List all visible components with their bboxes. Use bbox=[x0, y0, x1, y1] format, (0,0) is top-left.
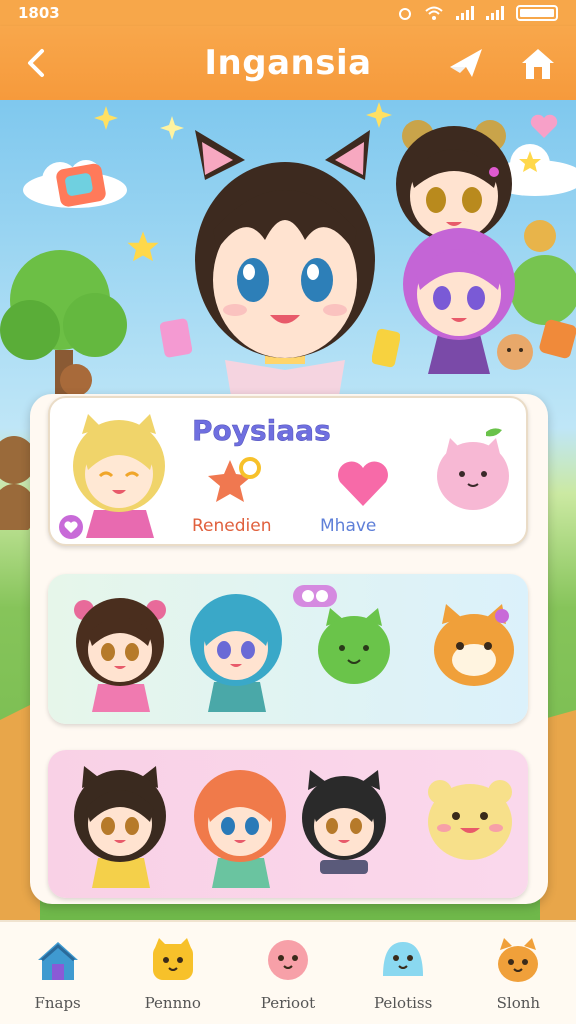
yellow-pet-icon bbox=[152, 938, 193, 980]
bear-decoration bbox=[0, 436, 34, 530]
house-icon bbox=[37, 942, 78, 980]
dark-hair-character bbox=[302, 770, 386, 874]
nav-item-pelotiss[interactable]: Pelotiss bbox=[346, 922, 461, 1024]
pet-decoration bbox=[524, 220, 556, 252]
nav-label: Slonh bbox=[496, 994, 541, 1012]
row-title: Poysiaas bbox=[192, 414, 331, 448]
battery-icon bbox=[516, 5, 558, 21]
nav-label: Pennno bbox=[144, 994, 201, 1012]
brown-hair-character bbox=[74, 598, 166, 712]
page-title: Ingansia bbox=[204, 43, 372, 83]
yellow-pet-icon[interactable] bbox=[424, 776, 516, 864]
app-bar: Ingansia bbox=[0, 26, 576, 100]
bottom-nav: Fnaps Pennno Perioot Pelotiss Slonh bbox=[0, 920, 576, 1024]
nav-label: Pelotiss bbox=[373, 994, 433, 1012]
orange-pet-icon bbox=[498, 938, 539, 982]
share-button[interactable] bbox=[444, 43, 488, 83]
pet-decoration bbox=[497, 334, 533, 370]
wifi-icon bbox=[425, 6, 443, 20]
nav-item-pennno[interactable]: Pennno bbox=[115, 922, 230, 1024]
paper-plane-icon bbox=[450, 49, 482, 77]
orange-pet-icon[interactable] bbox=[430, 598, 518, 690]
nav-label: Perioot bbox=[260, 994, 316, 1012]
alarm-icon bbox=[399, 8, 411, 20]
heart-decoration bbox=[530, 114, 558, 138]
blue-pet-icon bbox=[383, 942, 424, 976]
teal-hair-character bbox=[190, 594, 282, 712]
action-label: Mhave bbox=[320, 516, 377, 536]
signal-icon-2 bbox=[486, 6, 504, 20]
green-pet-icon bbox=[318, 608, 390, 684]
main-character bbox=[195, 130, 375, 420]
pink-pet-icon bbox=[267, 940, 308, 980]
ginger-character bbox=[194, 770, 286, 888]
content-panel: Poysiaas Renedien Mhave bbox=[30, 394, 548, 904]
back-button[interactable] bbox=[16, 43, 56, 83]
pink-pet-icon[interactable] bbox=[430, 424, 516, 516]
heart-badge-icon[interactable] bbox=[58, 514, 84, 540]
character-card-row-3[interactable] bbox=[48, 750, 528, 898]
cat-ear-character bbox=[74, 766, 166, 888]
star-decoration bbox=[94, 106, 118, 130]
star-key-icon bbox=[208, 457, 261, 502]
star-decoration bbox=[519, 151, 541, 172]
gem-decoration bbox=[56, 163, 106, 207]
character-card-row-2[interactable] bbox=[48, 574, 528, 724]
star-decoration bbox=[127, 231, 159, 262]
signal-icon bbox=[456, 6, 474, 20]
home-icon bbox=[522, 49, 554, 79]
character-card-row-1[interactable]: Poysiaas Renedien Mhave bbox=[48, 396, 528, 546]
pet-decoration bbox=[60, 364, 92, 396]
action-label: Renedien bbox=[192, 516, 272, 536]
nav-label: Fnaps bbox=[34, 994, 81, 1012]
status-bar: 1803 bbox=[0, 0, 576, 26]
heart-icon bbox=[338, 461, 388, 506]
nav-item-perioot[interactable]: Perioot bbox=[230, 922, 345, 1024]
home-button[interactable] bbox=[516, 43, 560, 83]
nav-item-slonh[interactable]: Slonh bbox=[461, 922, 576, 1024]
nav-item-fnaps[interactable]: Fnaps bbox=[0, 922, 115, 1024]
orange-block-decoration bbox=[539, 319, 576, 359]
chevron-left-icon bbox=[28, 49, 44, 77]
status-time: 1803 bbox=[18, 4, 60, 22]
